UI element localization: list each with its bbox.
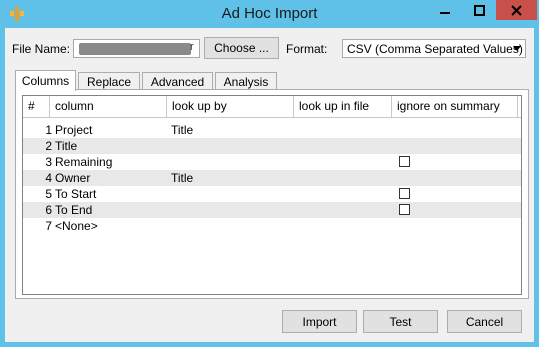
minimize-icon [440,12,450,14]
row-column[interactable]: Owner [55,170,90,186]
maximize-icon [473,4,485,16]
row-column[interactable]: To Start [55,186,96,202]
columns-tab-panel: # column look up by look up in file igno… [15,89,529,299]
format-label: Format: [286,42,328,56]
header-look-up-by[interactable]: look up by [167,96,294,117]
table-row[interactable]: 4 Owner Title [23,170,521,186]
row-column[interactable]: To End [55,202,92,218]
table-row[interactable]: 5 To Start [23,186,521,202]
cancel-button[interactable]: Cancel [447,310,522,333]
header-column[interactable]: column [50,96,167,117]
choose-file-button[interactable]: Choose ... [204,37,279,59]
title-bar[interactable]: Ad Hoc Import [0,0,539,28]
row-column[interactable]: Project [55,122,92,138]
file-name-redaction [79,43,191,55]
row-number: 3 [45,155,52,169]
import-button[interactable]: Import [282,310,357,333]
tab-replace[interactable]: Replace [78,72,140,90]
file-name-label: File Name: [12,42,71,56]
row-number: 4 [45,171,52,185]
row-column[interactable]: <None> [55,218,98,234]
close-button[interactable] [496,0,537,20]
row-number: 1 [45,123,52,137]
table-row[interactable]: 3 Remaining [23,154,521,170]
row-column[interactable]: Title [55,138,77,154]
row-number: 7 [45,219,52,233]
close-icon [511,4,522,16]
header-ignore-on-summary[interactable]: ignore on summary [392,96,518,117]
test-button[interactable]: Test [363,310,438,333]
row-number: 6 [45,203,52,217]
table-row[interactable]: 1 Project Title [23,122,521,138]
ignore-on-summary-checkbox[interactable] [399,204,410,215]
ad-hoc-import-window: Ad Hoc Import File Name: r Choose ... Fo… [0,0,539,347]
row-look-up-by[interactable]: Title [171,122,193,138]
table-row[interactable]: 2 Title [23,138,521,154]
grid-header: # column look up by look up in file igno… [23,96,521,118]
table-row[interactable]: 6 To End [23,202,521,218]
header-number[interactable]: # [23,96,50,117]
row-number: 5 [45,187,52,201]
format-select[interactable]: CSV (Comma Separated Values) [342,39,526,58]
tab-advanced[interactable]: Advanced [142,72,213,90]
columns-grid[interactable]: # column look up by look up in file igno… [22,95,522,295]
tab-analysis[interactable]: Analysis [215,72,277,90]
minimize-button[interactable] [428,0,462,20]
file-name-field[interactable]: r [73,39,200,58]
row-column[interactable]: Remaining [55,154,112,170]
chevron-down-icon[interactable] [508,40,525,57]
ignore-on-summary-checkbox[interactable] [399,156,410,167]
tab-columns[interactable]: Columns [15,70,76,91]
file-name-value-tail: r [190,41,194,53]
maximize-button[interactable] [462,0,496,20]
format-selected-value: CSV (Comma Separated Values) [347,42,523,56]
ignore-on-summary-checkbox[interactable] [399,188,410,199]
header-look-up-in-file[interactable]: look up in file [294,96,392,117]
table-row[interactable]: 7 <None> [23,218,521,234]
dialog-body: File Name: r Choose ... Format: CSV (Com… [5,28,534,342]
row-look-up-by[interactable]: Title [171,170,193,186]
row-number: 2 [45,139,52,153]
